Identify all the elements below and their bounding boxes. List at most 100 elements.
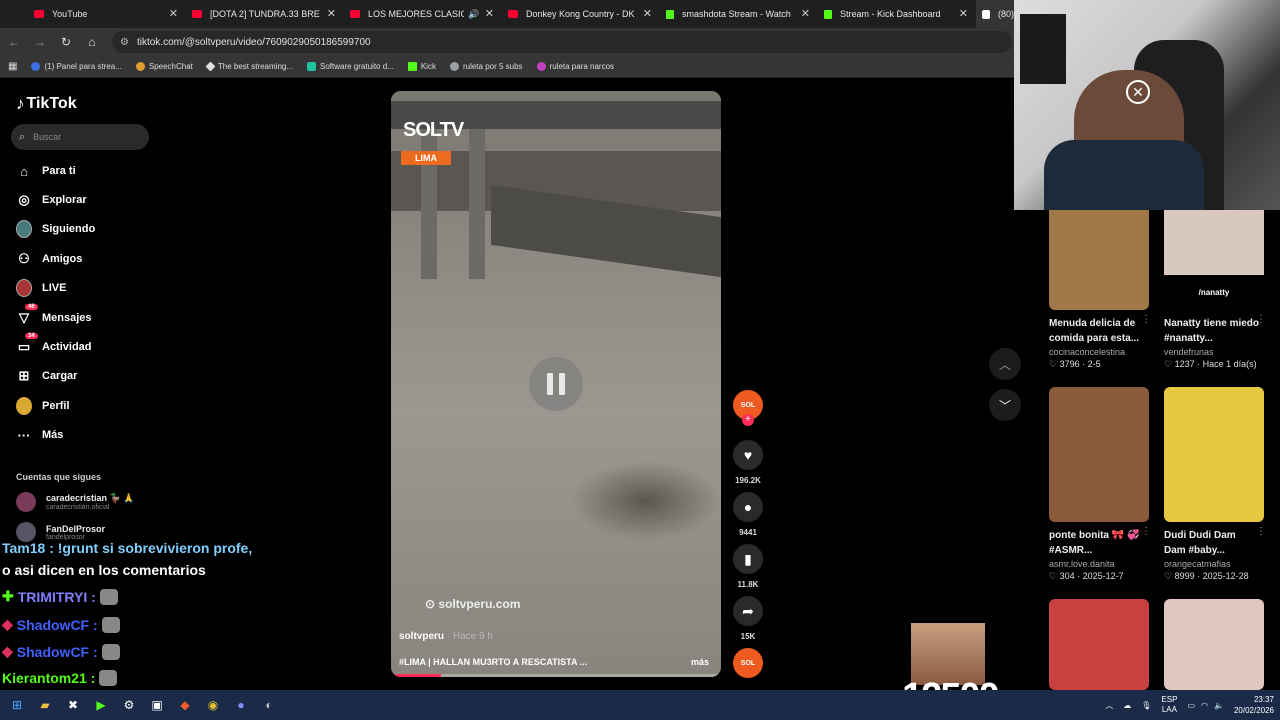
site-info-icon[interactable]: ⚙ — [120, 37, 129, 48]
media-icon[interactable]: ▶ — [90, 694, 112, 716]
pause-button[interactable] — [529, 357, 583, 411]
upload-icon: ⊞ — [18, 368, 30, 383]
volume-icon[interactable]: 🔈 — [1214, 701, 1224, 710]
settings-icon[interactable]: ⚙ — [118, 694, 140, 716]
bookmark-icon — [205, 61, 216, 72]
apps-icon[interactable]: ▦ — [8, 61, 17, 72]
comment-icon: ● — [733, 492, 763, 522]
close-tab-icon[interactable]: ✕ — [169, 7, 178, 20]
heart-icon: ♥ — [733, 440, 763, 470]
mic-icon[interactable]: 🎙 — [1141, 701, 1151, 710]
message-badge: 46 — [25, 304, 38, 310]
language-indicator[interactable]: ESP LAA — [1161, 695, 1177, 715]
tab-donkey-kong[interactable]: Donkey Kong Country - DK Isla✕ — [502, 0, 660, 28]
address-bar[interactable]: ⚙ tiktok.com/@soltvperu/video/7609029050… — [112, 31, 1012, 53]
bookmark-ruleta-narcos[interactable]: ruleta para narcos — [536, 62, 614, 71]
monitor-icon[interactable]: ▭ — [1187, 701, 1195, 710]
home-icon[interactable]: ⌂ — [80, 35, 104, 49]
menu-item-amigos[interactable]: ⚇ Amigos — [16, 251, 82, 267]
youtube-icon — [508, 10, 518, 18]
menu-item-perfil[interactable]: Perfil — [16, 397, 70, 415]
share-button[interactable]: ➦ 15K — [732, 596, 764, 641]
back-icon[interactable]: ← — [2, 35, 26, 49]
speaker-icon[interactable]: 🔊 — [468, 9, 479, 20]
brave-icon[interactable]: ◆ — [174, 694, 196, 716]
more-options-icon[interactable]: ⋮ — [1256, 526, 1266, 537]
video-thumbnail — [1049, 387, 1149, 522]
save-button[interactable]: ▮ 11.8K — [732, 544, 764, 589]
bookmark-kick[interactable]: Kick — [407, 62, 436, 71]
menu-item-cargar[interactable]: ⊞ Cargar — [16, 368, 78, 384]
bookmark-ruleta-subs[interactable]: ruleta por 5 subs — [449, 62, 523, 71]
more-options-icon[interactable]: ⋮ — [1141, 314, 1151, 325]
like-button[interactable]: ♥ 196.2K — [732, 440, 764, 485]
wifi-icon[interactable]: ◠ — [1201, 701, 1208, 710]
menu-item-mensajes[interactable]: ▽ 46 Mensajes — [16, 304, 92, 326]
video-pillar — [469, 129, 485, 279]
previous-video-button[interactable]: ︿ — [989, 348, 1021, 380]
chrome-icon[interactable]: ◉ — [202, 694, 224, 716]
tab-youtube[interactable]: YouTube ✕ — [28, 0, 186, 28]
next-video-button[interactable]: ﹀ — [989, 389, 1021, 421]
close-tab-icon[interactable]: ✕ — [801, 7, 810, 20]
following-account[interactable]: FanDelProsor fandelprosor — [16, 522, 105, 542]
video-card[interactable] — [1164, 599, 1264, 690]
menu-item-explorar[interactable]: ◎ Explorar — [16, 192, 86, 208]
card-stats: ♡ 1237 · Hace 1 día(s) — [1164, 359, 1257, 369]
menu-item-mas[interactable]: ··· Más — [16, 427, 64, 443]
discord-icon[interactable]: ● — [230, 694, 252, 716]
video-card[interactable] — [1049, 599, 1149, 690]
tab-dota[interactable]: [DOTA 2] TUNDRA.33 BREWMA✕ — [186, 0, 344, 28]
close-tab-icon[interactable]: ✕ — [485, 7, 494, 20]
kick-icon — [666, 9, 674, 19]
follow-plus-icon[interactable]: + — [742, 414, 754, 426]
chat-message: ✚ TRIMITRYI : — [2, 588, 118, 605]
menu-item-siguiendo[interactable]: Siguiendo — [16, 220, 95, 238]
following-account[interactable]: caradecristian 🦆 🙏 caradecristian.oficial — [16, 492, 134, 512]
app-icon[interactable]: ✖ — [62, 694, 84, 716]
video-card[interactable]: ⋮ Dudi Dudi Dam Dam #baby... orangecatma… — [1164, 387, 1266, 582]
tab-clasicos[interactable]: LOS MEJORES CLASICOS DE🔊✕ — [344, 0, 502, 28]
share-icon: ➦ — [733, 596, 763, 626]
bookmark-software[interactable]: Software gratuito d... — [307, 62, 394, 71]
tiktok-logo[interactable]: ♪ TikTok — [16, 94, 77, 114]
video-author[interactable]: soltvperu — [399, 631, 444, 642]
steam-icon[interactable]: ◐ — [258, 694, 280, 716]
chevron-up-icon[interactable]: ︿ — [1105, 700, 1113, 711]
bookmark-panel[interactable]: (1) Panel para strea... — [31, 62, 122, 71]
channel-logo: SOLTV — [403, 119, 464, 141]
menu-item-actividad[interactable]: ▭ 34 Actividad — [16, 333, 92, 355]
app-window-icon[interactable]: ▣ — [146, 694, 168, 716]
live-icon — [16, 279, 32, 297]
windows-start-icon[interactable]: ⊞ — [6, 694, 28, 716]
kick-icon — [407, 62, 417, 71]
video-player[interactable]: SOLTV LIMA ⊙ soltvperu.com soltvperu · H… — [391, 91, 721, 677]
author-avatar-button[interactable]: SOL + — [732, 390, 764, 426]
progress-fill — [391, 674, 441, 677]
video-card[interactable]: ⋮ ponte bonita 🎀 💞#ASMR... asmr.love.dan… — [1049, 387, 1151, 582]
close-tab-icon[interactable]: ✕ — [327, 7, 336, 20]
comment-button[interactable]: ● 9441 — [732, 492, 764, 537]
file-explorer-icon[interactable]: ▰ — [34, 694, 56, 716]
more-link[interactable]: más — [691, 657, 709, 667]
close-tab-icon[interactable]: ✕ — [643, 7, 652, 20]
reload-icon[interactable]: ↻ — [54, 35, 78, 49]
tab-kick-dashboard[interactable]: Stream - Kick Dashboard ✕ — [818, 0, 976, 28]
menu-item-live[interactable]: LIVE — [16, 279, 66, 297]
bookmark-streaming[interactable]: The best streaming... — [205, 61, 293, 72]
more-options-icon[interactable]: ⋮ — [1141, 526, 1151, 537]
menu-item-para-ti[interactable]: ⌂ Para ti — [16, 163, 76, 179]
progress-bar[interactable] — [391, 674, 721, 677]
search-input[interactable]: ⌕ Buscar — [11, 124, 149, 150]
kick-icon — [824, 9, 832, 19]
forward-icon[interactable]: → — [28, 35, 52, 49]
close-tab-icon[interactable]: ✕ — [959, 7, 968, 20]
more-options-icon[interactable]: ⋮ — [1256, 314, 1266, 325]
bookmark-speechchat[interactable]: SpeechChat — [135, 62, 193, 71]
network-icon[interactable]: ☁ — [1123, 701, 1131, 710]
compass-icon: ◎ — [18, 192, 30, 207]
clock[interactable]: 23:37 20/02/2026 — [1234, 694, 1274, 716]
chat-badge-icon: ◆ — [2, 643, 13, 659]
sound-avatar[interactable]: SOL — [732, 648, 764, 678]
tab-smashdota[interactable]: smashdota Stream - Watch Live✕ — [660, 0, 818, 28]
